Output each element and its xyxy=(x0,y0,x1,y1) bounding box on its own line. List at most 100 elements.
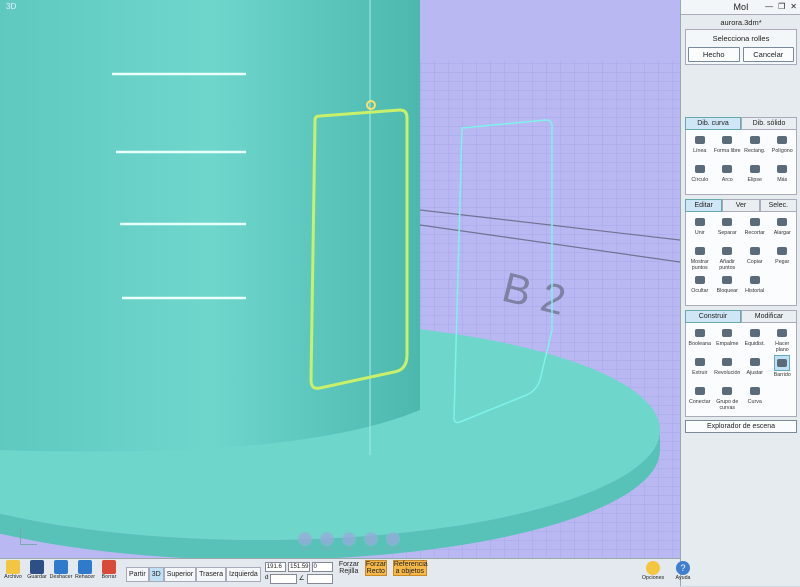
distance-input[interactable] xyxy=(270,574,297,584)
nav-tool[interactable]: Pan xyxy=(340,532,358,552)
tab-1[interactable]: Dib. sólido xyxy=(741,117,797,130)
tool-button[interactable]: Polígono xyxy=(769,133,797,162)
paste-icon xyxy=(775,244,789,258)
save-button[interactable]: Guardar xyxy=(26,560,48,580)
restore-icon[interactable]: ❐ xyxy=(778,2,785,11)
scene-explorer-button[interactable]: Explorador de escena xyxy=(685,420,797,433)
tool-label: Copiar xyxy=(746,259,763,265)
bottom-bar: Archivo Guardar Deshacer Rehacer Borrar Part… xyxy=(0,558,680,587)
object-snap-toggle[interactable]: Referencia a objetos xyxy=(392,560,428,576)
options-icon xyxy=(646,561,660,575)
view-tab[interactable]: 3D xyxy=(148,567,164,582)
tab-2[interactable]: Selec. xyxy=(759,199,797,212)
tool-button[interactable]: Arco xyxy=(714,162,742,191)
folder-icon xyxy=(6,560,20,574)
coordinates: 191.6 151.59 0 d ∠ xyxy=(264,562,333,584)
offset-icon xyxy=(748,326,762,340)
redo-icon xyxy=(78,560,92,574)
edit-tool-grid: Unir Separar Recortar Alargar Mostrar puntos… xyxy=(685,212,797,306)
curve-group-icon xyxy=(720,384,734,398)
tool-button[interactable]: Equidist. xyxy=(741,326,769,355)
redo-button[interactable]: Rehacer xyxy=(74,560,96,580)
tool-label: Círculo xyxy=(691,177,709,183)
tool-button[interactable]: Círculo xyxy=(686,162,714,191)
tool-button[interactable]: Conectar xyxy=(686,384,714,413)
tab-1[interactable]: Modificar xyxy=(741,310,797,323)
sweep-icon xyxy=(748,355,762,369)
nav-label: Arco xyxy=(299,546,311,552)
snap-grid-toggle[interactable]: Forzar Rejilla xyxy=(339,561,359,575)
nav-tool[interactable]: Arco xyxy=(296,532,314,552)
tool-button[interactable]: Historial xyxy=(741,273,769,302)
cancel-button[interactable]: Cancelar xyxy=(742,47,794,62)
angle-input[interactable] xyxy=(306,574,333,584)
tool-label: Ajustar xyxy=(746,370,764,376)
tool-button[interactable]: Forma libre xyxy=(714,133,742,162)
tab-0[interactable]: Construir xyxy=(685,310,741,323)
help-button[interactable]: ? Ayuda xyxy=(672,561,694,581)
draw-tabs: Dib. curva Dib. sólido xyxy=(685,117,797,130)
tool-button[interactable]: Mostrar puntos xyxy=(686,244,714,273)
tool-button[interactable]: Ajustar xyxy=(741,355,769,384)
tool-button[interactable]: Alargar xyxy=(769,215,797,244)
construct-tool-grid: Booleana Empalme Equidist. Hacer plano Extru… xyxy=(685,323,797,417)
tool-button[interactable]: Recortar xyxy=(741,215,769,244)
nav-icon xyxy=(364,532,378,546)
tool-button[interactable]: Booleana xyxy=(686,326,714,355)
tool-button[interactable]: Unir xyxy=(686,215,714,244)
folder-button[interactable]: Archivo xyxy=(2,560,24,580)
save-icon xyxy=(30,560,44,574)
trim-icon xyxy=(748,215,762,229)
tool-label: Hacer plano xyxy=(775,341,790,353)
view-tab[interactable]: Trasera xyxy=(196,567,227,582)
tool-label: Forma libre xyxy=(713,148,741,154)
angle-label: ∠ xyxy=(298,575,305,582)
options-button[interactable]: Opciones xyxy=(642,561,664,581)
tool-button[interactable]: Pegar xyxy=(769,244,797,273)
coord-z[interactable]: 0 xyxy=(311,562,333,572)
join-icon xyxy=(693,215,707,229)
tool-button[interactable]: Grupo de curvas xyxy=(714,384,742,413)
tool-button[interactable]: Separar xyxy=(714,215,742,244)
nav-tools: Arco Zoom Pan Girar Reset xyxy=(296,532,402,552)
tool-button[interactable]: Bloquear xyxy=(714,273,742,302)
3d-viewport[interactable]: B 2 3D Arco Zoom Pan Girar Reset xyxy=(0,0,680,558)
tool-button[interactable]: Copiar xyxy=(741,244,769,273)
tool-button[interactable]: Extruir xyxy=(686,355,714,384)
tool-button[interactable]: Línea xyxy=(686,133,714,162)
delete-button[interactable]: Borrar xyxy=(98,560,120,580)
tab-0[interactable]: Dib. curva xyxy=(685,117,741,130)
add-points-icon xyxy=(720,244,734,258)
edit-tabs: Editar Ver Selec. xyxy=(685,199,797,212)
tool-button[interactable]: Elipse xyxy=(741,162,769,191)
command-box: Selecciona rolles Hecho Cancelar xyxy=(685,29,797,65)
nav-label: Reset xyxy=(386,546,400,552)
coord-y[interactable]: 151.59 xyxy=(288,562,310,572)
minimize-icon[interactable]: — xyxy=(765,2,773,11)
tool-button[interactable]: Curva xyxy=(741,384,769,413)
close-icon[interactable]: ✕ xyxy=(790,2,797,11)
tool-button[interactable]: Ocultar xyxy=(686,273,714,302)
extrude-icon xyxy=(693,355,707,369)
nav-tool[interactable]: Girar xyxy=(362,532,380,552)
nav-label: Pan xyxy=(344,546,354,552)
nav-tool[interactable]: Reset xyxy=(384,532,402,552)
tool-button[interactable]: Barrido xyxy=(769,355,797,384)
coord-x[interactable]: 191.6 xyxy=(264,562,287,572)
tool-button[interactable]: Revolución xyxy=(714,355,742,384)
tool-button[interactable]: Hacer plano xyxy=(769,326,797,355)
planar-icon xyxy=(775,326,789,340)
undo-button[interactable]: Deshacer xyxy=(50,560,72,580)
snap-straight-toggle[interactable]: Forzar Recto xyxy=(364,560,387,576)
nav-tool[interactable]: Zoom xyxy=(318,532,336,552)
view-tab[interactable]: Superior xyxy=(163,567,197,582)
view-tab[interactable]: Partir xyxy=(126,567,149,582)
done-button[interactable]: Hecho xyxy=(688,47,740,62)
view-tab[interactable]: Izquierda xyxy=(226,567,261,582)
tab-0[interactable]: Editar xyxy=(685,199,723,212)
tool-button[interactable]: Empalme xyxy=(714,326,742,355)
tool-button[interactable]: Rectang. xyxy=(741,133,769,162)
tool-button[interactable]: Más xyxy=(769,162,797,191)
tab-1[interactable]: Ver xyxy=(722,199,760,212)
tool-button[interactable]: Añadir puntos xyxy=(714,244,742,273)
